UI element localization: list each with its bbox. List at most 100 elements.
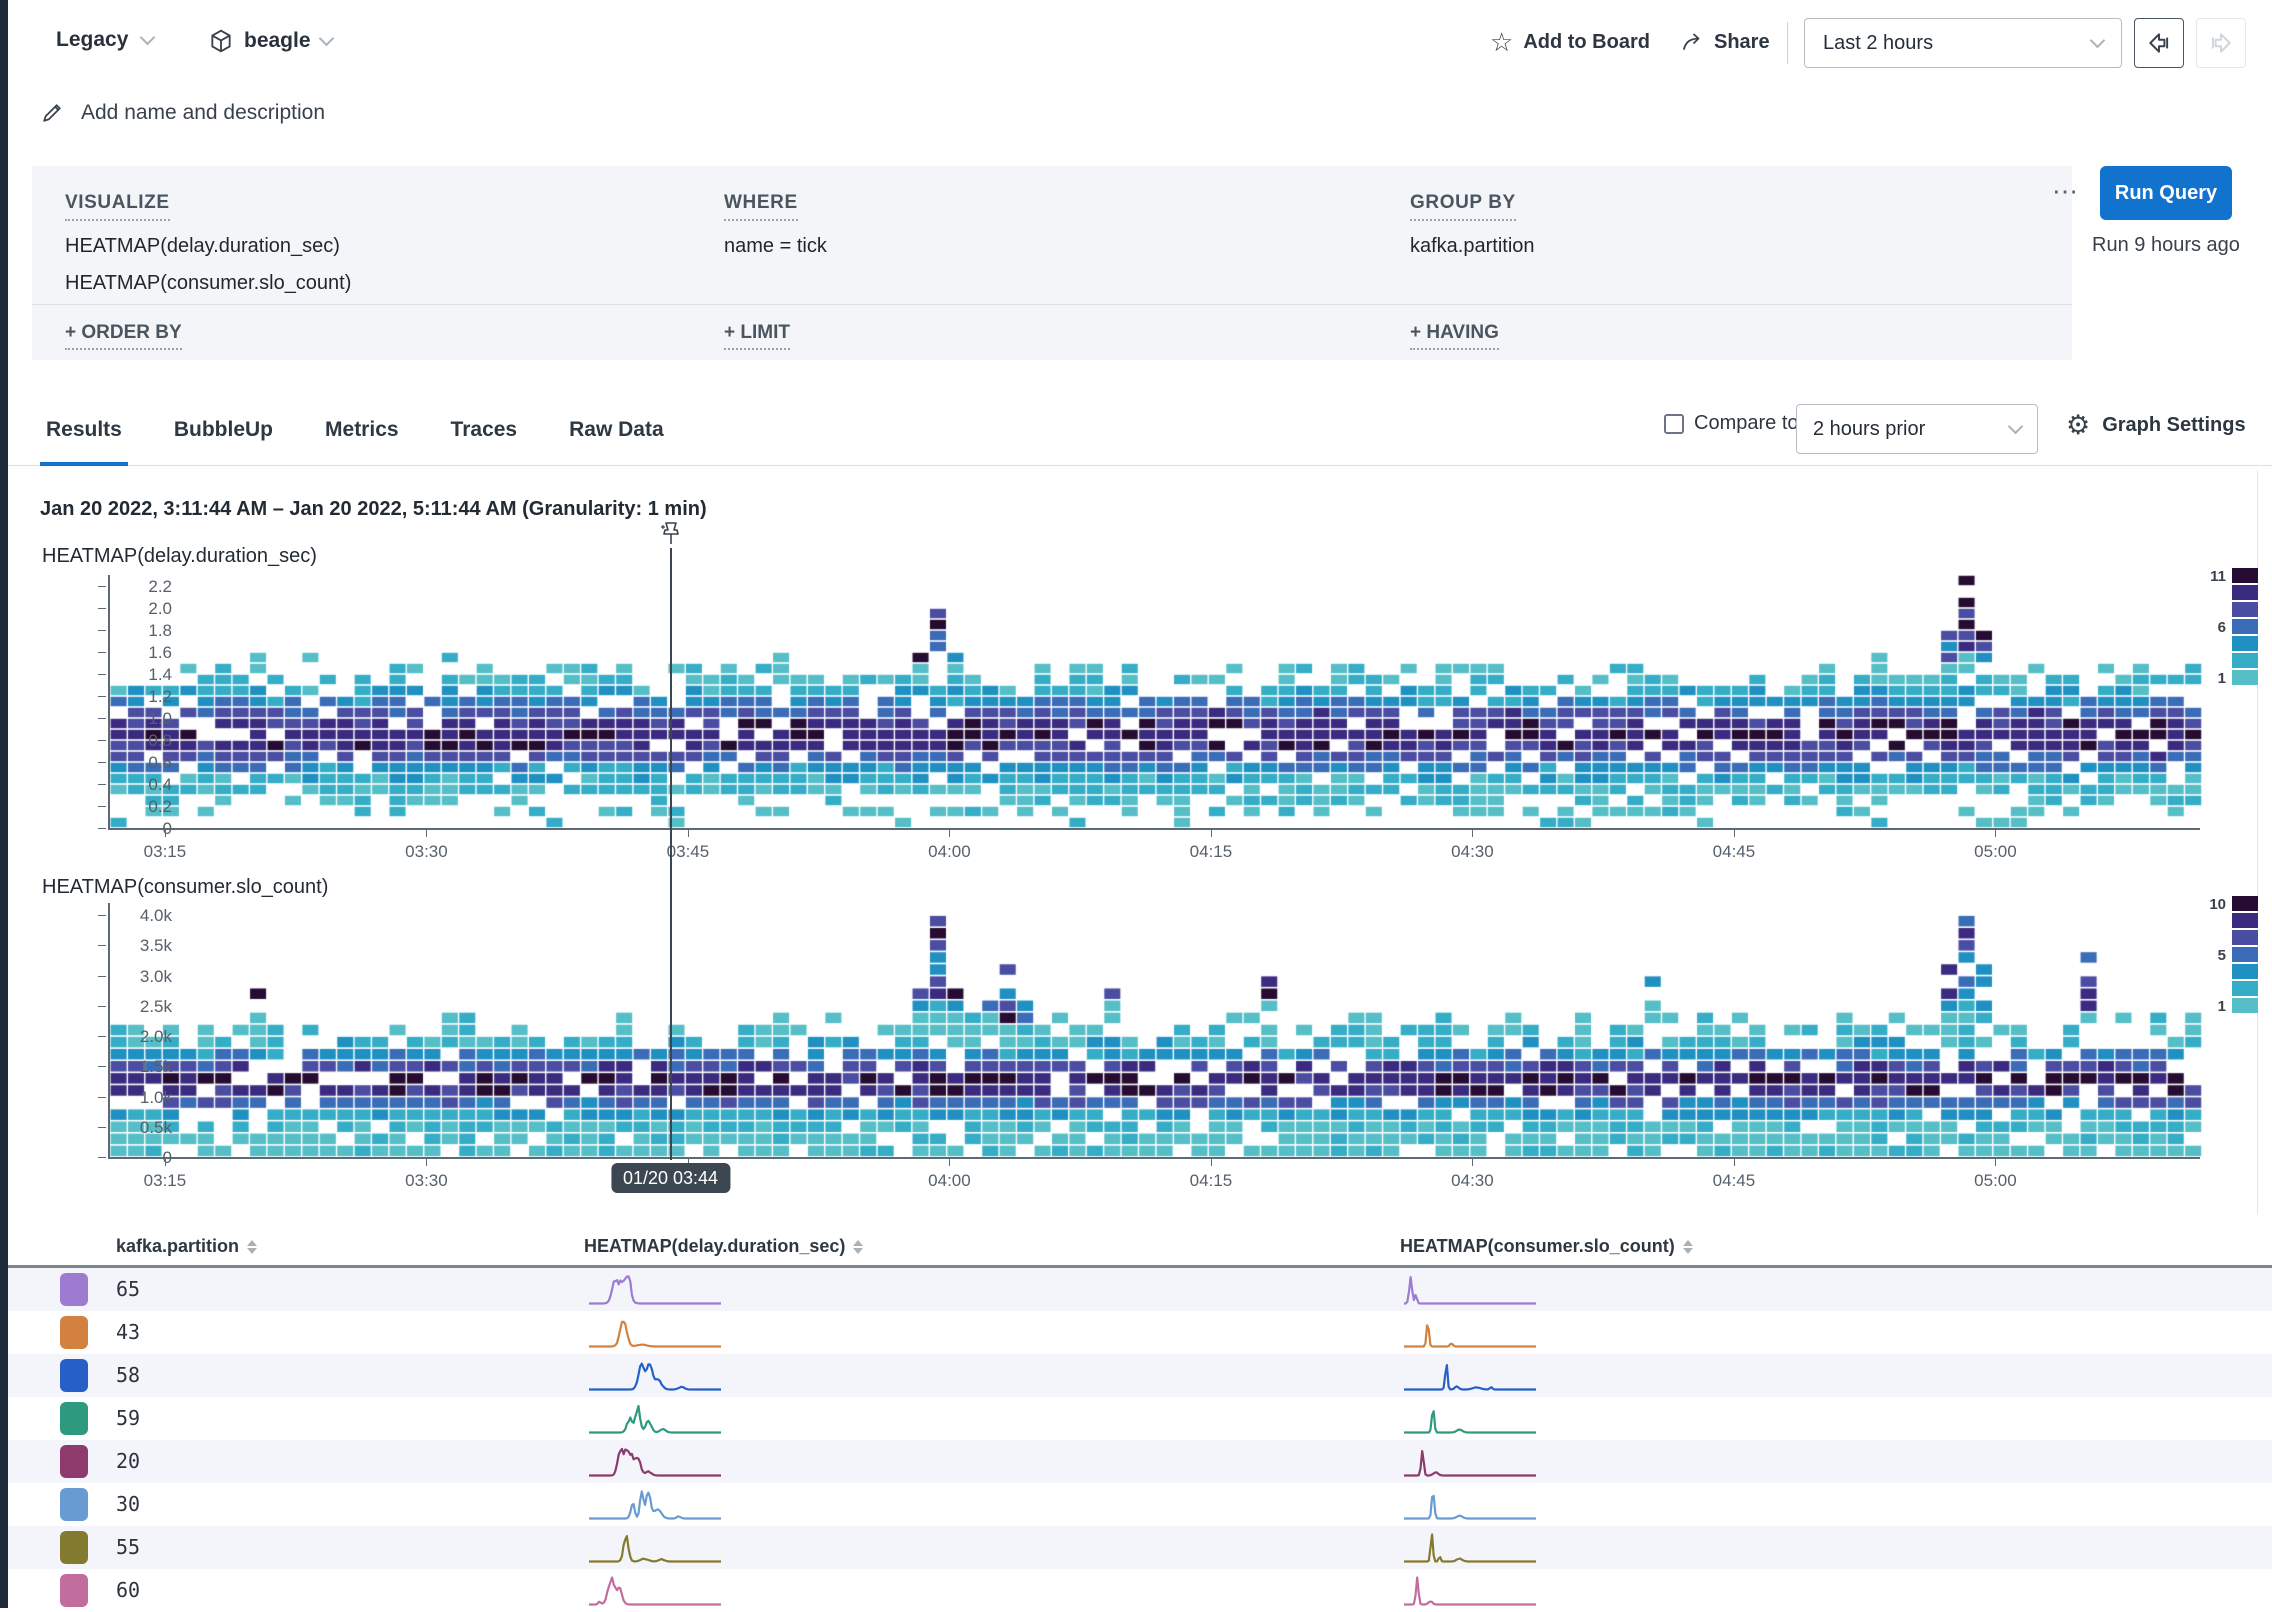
series-color-swatch[interactable] (60, 1316, 88, 1349)
x-axis-tick (165, 830, 166, 837)
legend-swatch (2232, 947, 2258, 962)
query-builder-panel: VISUALIZE HEATMAP(delay.duration_sec) HE… (32, 166, 2072, 360)
partition-value: 60 (116, 1578, 140, 1602)
query-menu-button[interactable]: ⋯ (2052, 176, 2080, 207)
series-color-swatch[interactable] (60, 1273, 88, 1306)
legend-swatch (2232, 896, 2258, 911)
column-label: kafka.partition (116, 1236, 239, 1257)
series-color-swatch[interactable] (60, 1402, 88, 1435)
add-to-board-label: Add to Board (1523, 31, 1650, 54)
x-axis-tick-label: 03:45 (648, 842, 728, 862)
table-row[interactable]: 58 (8, 1354, 2272, 1397)
results-tabs-bar: Results BubbleUp Metrics Traces Raw Data Com… (8, 400, 2272, 466)
dataset-select[interactable]: beagle (208, 28, 332, 54)
series-color-swatch[interactable] (60, 1488, 88, 1521)
add-limit-button[interactable]: + LIMIT (724, 322, 790, 350)
share-label: Share (1714, 31, 1770, 54)
chart1-plot[interactable] (108, 575, 2200, 830)
dataset-cube-icon (208, 28, 234, 54)
history-back-button[interactable] (2134, 18, 2184, 68)
tab-raw-data[interactable]: Raw Data (569, 400, 664, 466)
add-having-button[interactable]: + HAVING (1410, 322, 1499, 350)
x-axis-tick (1995, 830, 1996, 837)
x-axis-tick (1211, 1159, 1212, 1166)
x-axis-tick-label: 04:00 (909, 842, 989, 862)
add-order-by-button[interactable]: + ORDER BY (65, 322, 182, 350)
y-axis-tick (98, 828, 106, 829)
x-axis-tick (1472, 1159, 1473, 1166)
share-button[interactable]: Share (1680, 30, 1770, 54)
tab-metrics[interactable]: Metrics (325, 400, 399, 466)
graph-settings-button[interactable]: ⚙ Graph Settings (2066, 412, 2246, 439)
sort-icon (853, 1240, 863, 1254)
chart2-plot[interactable] (108, 903, 2200, 1159)
legend-value-label: 6 (2202, 619, 2226, 636)
series-color-swatch[interactable] (60, 1359, 88, 1392)
visualize-heading: VISUALIZE (65, 192, 170, 221)
chevron-down-icon (2090, 32, 2106, 48)
y-axis-tick-label: 1.6 (116, 643, 172, 663)
heatmap1-canvas[interactable] (110, 575, 2202, 828)
add-name-description[interactable]: Add name and description (40, 100, 325, 125)
table-row[interactable]: 60 (8, 1569, 2272, 1612)
visualize-clause[interactable]: HEATMAP(consumer.slo_count) (65, 272, 351, 295)
y-axis-tick-label: 0.6 (116, 753, 172, 773)
tab-results[interactable]: Results (46, 400, 122, 466)
compare-to-checkbox[interactable] (1664, 414, 1684, 434)
y-axis-tick (98, 586, 106, 587)
y-axis-tick (98, 976, 106, 977)
time-range-select[interactable]: Last 2 hours (1804, 18, 2122, 68)
y-axis-tick-label: 0 (116, 1148, 172, 1168)
tab-bubbleup[interactable]: BubbleUp (174, 400, 273, 466)
y-axis-tick (98, 915, 106, 916)
y-axis-tick (98, 806, 106, 807)
y-axis-tick (98, 740, 106, 741)
column-header-kafka-partition[interactable]: kafka.partition (116, 1236, 257, 1257)
y-axis-tick (98, 762, 106, 763)
dataset-label: beagle (244, 29, 311, 53)
x-axis-tick (1995, 1159, 1996, 1166)
run-query-button[interactable]: Run Query (2100, 166, 2232, 220)
y-axis-tick-label: 0 (116, 819, 172, 839)
series-color-swatch[interactable] (60, 1445, 88, 1478)
table-row[interactable]: 65 (8, 1268, 2272, 1311)
x-axis-tick-label: 03:30 (386, 842, 466, 862)
table-row[interactable]: 59 (8, 1397, 2272, 1440)
add-to-board-button[interactable]: ☆ Add to Board (1490, 30, 1650, 54)
table-row[interactable]: 30 (8, 1483, 2272, 1526)
y-axis-tick-label: 2.2 (116, 577, 172, 597)
table-row[interactable]: 55 (8, 1526, 2272, 1569)
pin-icon[interactable] (657, 520, 683, 550)
compare-period-select[interactable]: 2 hours prior (1796, 404, 2038, 454)
slo-sparkline (1403, 1489, 1537, 1520)
column-header-heatmap-delay[interactable]: HEATMAP(delay.duration_sec) (584, 1236, 863, 1257)
tab-traces[interactable]: Traces (451, 400, 518, 466)
y-axis-tick-label: 1.0k (116, 1088, 172, 1108)
visualize-clause[interactable]: HEATMAP(delay.duration_sec) (65, 235, 351, 258)
where-heading: WHERE (724, 192, 798, 221)
x-axis-tick-label: 04:15 (1171, 842, 1251, 862)
group-by-heading: GROUP BY (1410, 192, 1516, 221)
compare-to-control: Compare to (1664, 412, 1799, 435)
environment-select[interactable]: Legacy (56, 28, 153, 52)
y-axis-tick-label: 2.0k (116, 1027, 172, 1047)
series-color-swatch[interactable] (60, 1531, 88, 1564)
heatmap2-canvas[interactable] (110, 903, 2202, 1157)
legend-swatch (2232, 568, 2258, 583)
y-axis-tick-label: 1.0 (116, 709, 172, 729)
table-body: 65435859203055 60 (8, 1268, 2272, 1612)
legend-swatch (2232, 653, 2258, 668)
where-clause[interactable]: name = tick (724, 235, 827, 258)
time-range-value: Last 2 hours (1823, 32, 1933, 55)
slo-sparkline (1403, 1274, 1537, 1305)
table-row[interactable]: 43 (8, 1311, 2272, 1354)
crosshair-line[interactable] (670, 548, 672, 1160)
slo-sparkline (1403, 1317, 1537, 1348)
y-axis-tick (98, 1157, 106, 1158)
series-color-swatch[interactable] (60, 1574, 88, 1607)
x-axis-tick-label: 04:00 (909, 1171, 989, 1191)
table-row[interactable]: 20 (8, 1440, 2272, 1483)
y-axis-tick-label: 3.0k (116, 967, 172, 987)
column-header-heatmap-slo[interactable]: HEATMAP(consumer.slo_count) (1400, 1236, 1693, 1257)
group-by-clause[interactable]: kafka.partition (1410, 235, 1535, 258)
